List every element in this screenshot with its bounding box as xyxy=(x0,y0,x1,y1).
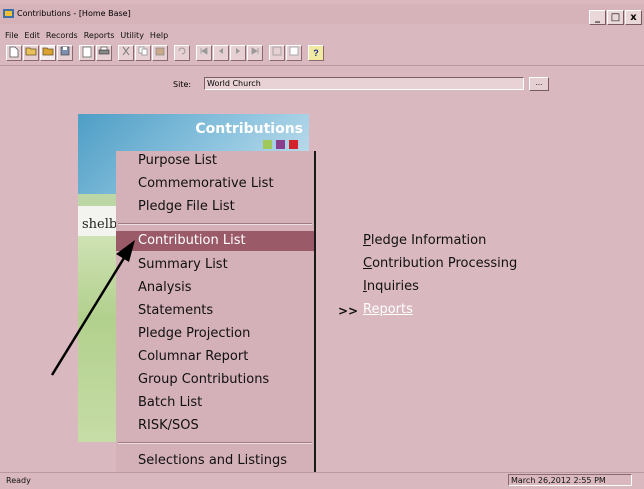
next-record-icon[interactable] xyxy=(230,45,246,61)
menu-item-columnar-report[interactable]: Columnar Report xyxy=(116,347,314,367)
menu-reports[interactable]: Reports xyxy=(84,31,115,40)
nav-contribution-processing[interactable]: Contribution Processing xyxy=(363,256,517,271)
help-icon[interactable]: ? xyxy=(308,45,324,61)
context-menu: Purpose List Commemorative List Pledge F… xyxy=(116,151,316,476)
banner-square-red xyxy=(289,140,298,149)
menu-item-contribution-list[interactable]: Contribution List xyxy=(116,231,314,251)
menu-item-commemorative-list[interactable]: Commemorative List xyxy=(116,174,314,194)
prev-record-icon[interactable] xyxy=(213,45,229,61)
window-controls: _ □ x xyxy=(588,10,642,25)
paste-icon[interactable] xyxy=(152,45,168,61)
toolbar: ? xyxy=(6,44,325,62)
nav-label: nquiries xyxy=(366,279,419,294)
copy-icon[interactable] xyxy=(135,45,151,61)
maximize-button[interactable]: □ xyxy=(607,10,624,25)
menu-item-batch-list[interactable]: Batch List xyxy=(116,393,314,413)
status-datetime: March 26,2012 2:55 PM xyxy=(508,474,632,486)
menu-separator xyxy=(118,223,312,225)
menu-item-risk-sos[interactable]: RISK/SOS xyxy=(116,416,314,436)
menu-item-analysis[interactable]: Analysis xyxy=(116,278,314,298)
banner-square-green xyxy=(263,140,272,149)
find-icon[interactable] xyxy=(286,45,302,61)
close-button[interactable]: x xyxy=(625,10,642,25)
menu-item-summary-list[interactable]: Summary List xyxy=(116,255,314,275)
menu-item-statements[interactable]: Statements xyxy=(116,301,314,321)
menu-item-selections-and-listings[interactable]: Selections and Listings xyxy=(116,451,314,471)
menu-item-pledge-projection[interactable]: Pledge Projection xyxy=(116,324,314,344)
folder-icon[interactable] xyxy=(40,45,56,61)
current-section-marker: >> xyxy=(338,304,359,318)
page-icon[interactable] xyxy=(79,45,95,61)
title-bar[interactable]: Contributions - [Home Base] _ □ x xyxy=(0,4,644,25)
window-title: Contributions - [Home Base] xyxy=(17,9,131,18)
site-browse-button[interactable]: ... xyxy=(529,77,549,91)
cut-icon[interactable] xyxy=(118,45,134,61)
nav-reports[interactable]: Reports xyxy=(363,302,413,317)
banner-square-purple xyxy=(276,140,285,149)
save-icon[interactable] xyxy=(57,45,73,61)
first-record-icon[interactable] xyxy=(196,45,212,61)
app-icon xyxy=(3,9,14,18)
app-window: Contributions - [Home Base] _ □ x File E… xyxy=(0,0,644,489)
print-icon[interactable] xyxy=(96,45,112,61)
menu-records[interactable]: Records xyxy=(46,31,78,40)
menu-item-purpose-list[interactable]: Purpose List xyxy=(116,151,314,171)
menu-file[interactable]: File xyxy=(5,31,18,40)
banner-title: Contributions xyxy=(195,121,303,137)
open-icon[interactable] xyxy=(23,45,39,61)
new-icon[interactable] xyxy=(6,45,22,61)
menu-edit[interactable]: Edit xyxy=(24,31,40,40)
menu-separator xyxy=(118,442,312,444)
nav-label: ledge Information xyxy=(370,233,487,248)
last-record-icon[interactable] xyxy=(247,45,263,61)
nav-mnemonic: P xyxy=(363,233,371,248)
menu-help[interactable]: Help xyxy=(150,31,168,40)
site-label: Site: xyxy=(173,80,192,89)
status-text: Ready xyxy=(6,476,31,485)
banner-fragment: shelb xyxy=(82,217,118,232)
list-icon[interactable] xyxy=(269,45,285,61)
minimize-button[interactable]: _ xyxy=(589,10,606,25)
menu-item-pledge-file-list[interactable]: Pledge File List xyxy=(116,197,314,217)
menu-item-group-contributions[interactable]: Group Contributions xyxy=(116,370,314,390)
menu-bar: File Edit Records Reports Utility Help xyxy=(0,28,644,42)
nav-inquiries[interactable]: Inquiries xyxy=(363,279,419,294)
undo-icon[interactable] xyxy=(174,45,190,61)
status-bar: Ready March 26,2012 2:55 PM xyxy=(0,472,644,489)
site-field[interactable]: World Church xyxy=(204,77,524,90)
menu-utility[interactable]: Utility xyxy=(120,31,144,40)
toolbar-divider xyxy=(0,65,644,66)
nav-pledge-information[interactable]: Pledge Information xyxy=(363,233,486,248)
nav-label: eports xyxy=(371,302,413,317)
nav-label: ontribution Processing xyxy=(372,256,518,271)
nav-mnemonic: C xyxy=(363,256,373,271)
